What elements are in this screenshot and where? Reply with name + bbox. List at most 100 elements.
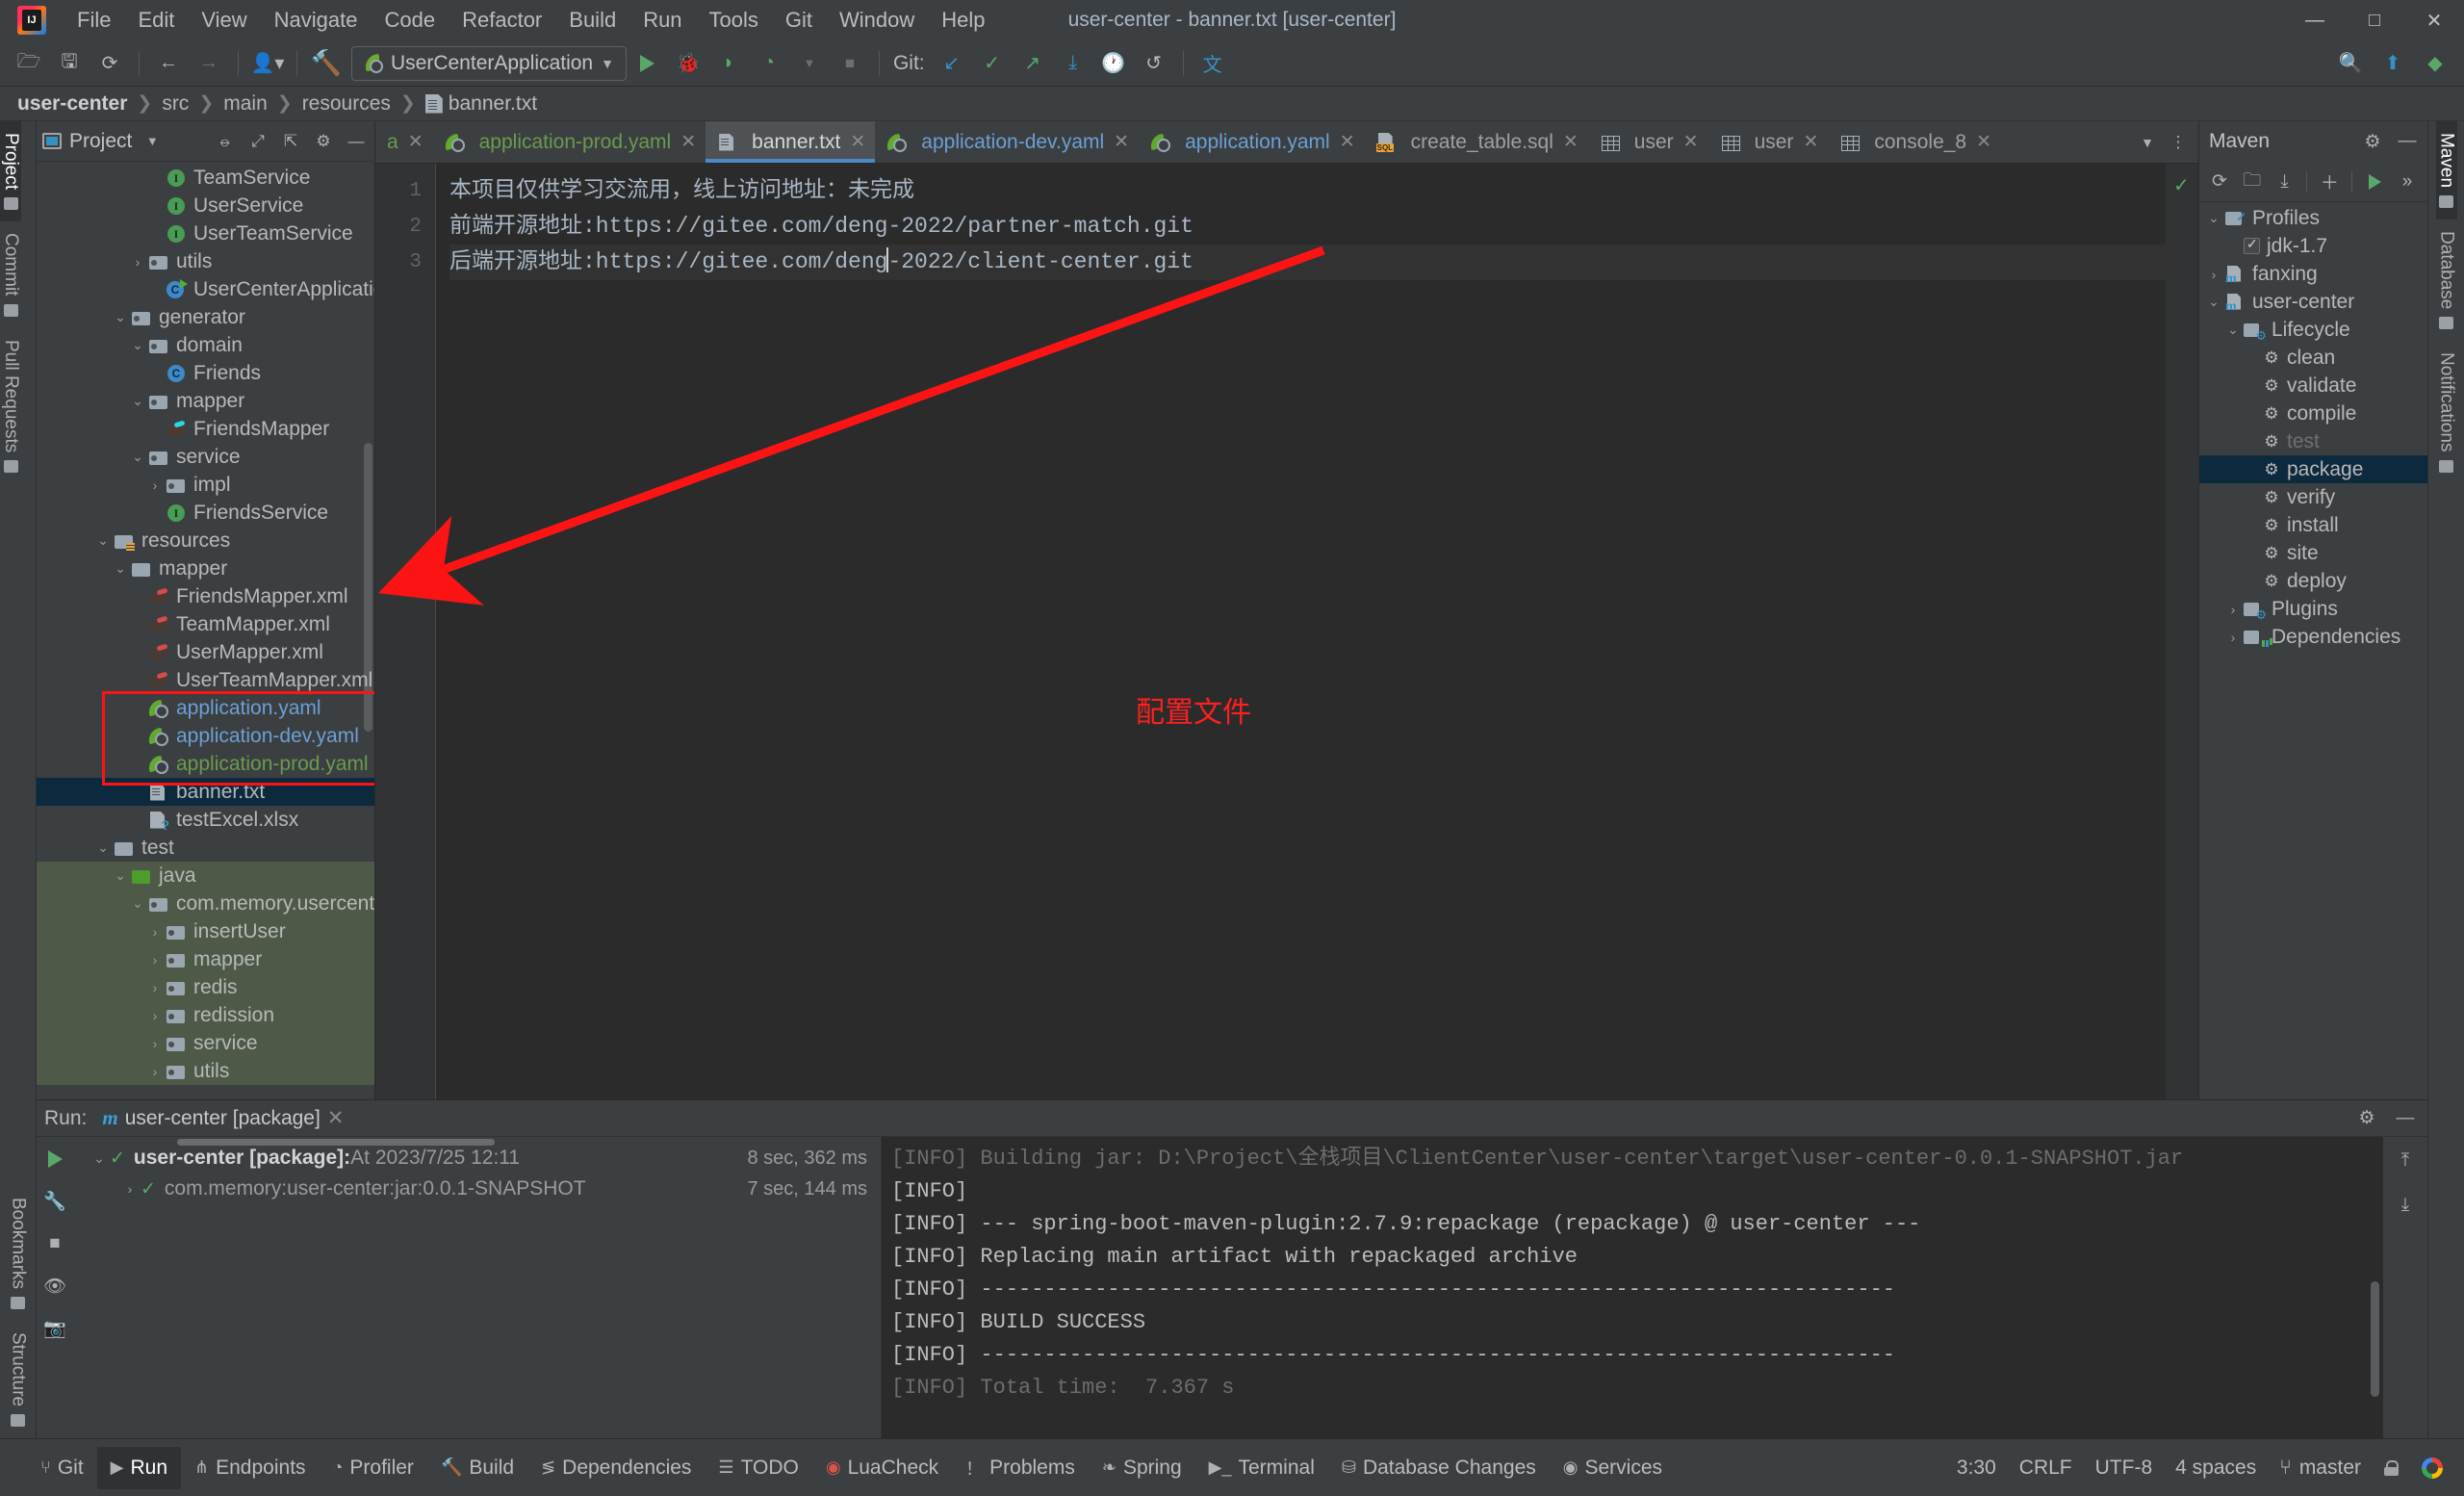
project-tree-row[interactable]: UserService — [37, 192, 374, 219]
project-tree-row[interactable]: ⌄ java — [37, 862, 374, 890]
maven-tree-row[interactable]: ⚙ compile — [2199, 400, 2427, 427]
project-tree-row[interactable]: ⌄ domain — [37, 331, 374, 359]
close-icon[interactable]: ✕ — [1340, 131, 1355, 153]
project-tree-row[interactable]: › utils — [37, 1057, 374, 1085]
translate-icon[interactable]: 文 — [1194, 45, 1232, 82]
project-tree-row[interactable]: › insertUser — [37, 917, 374, 945]
more-options-icon[interactable]: ⋮ — [2166, 130, 2191, 155]
close-icon[interactable]: ✕ — [1683, 131, 1699, 153]
breadcrumb-item-file[interactable]: banner.txt — [418, 90, 545, 117]
rail-item-bookmarks[interactable]: Bookmarks — [0, 1186, 36, 1321]
maven-tree-row[interactable]: ⚙ install — [2199, 511, 2427, 539]
maven-tree-row[interactable]: ⚙ test — [2199, 427, 2427, 455]
run-maven-build-icon[interactable] — [2360, 168, 2389, 196]
close-icon[interactable]: ✕ — [408, 131, 424, 153]
project-tree-row[interactable]: ⌄ service — [37, 443, 374, 471]
rail-item-commit[interactable]: Commit — [0, 221, 21, 327]
git-push-icon[interactable]: ↗ — [1014, 45, 1052, 82]
project-tree-row[interactable]: UserTeamService — [37, 219, 374, 247]
scroll-up-icon[interactable]: ⤒ — [2391, 1147, 2420, 1175]
project-tree-row[interactable]: Friends — [37, 359, 374, 387]
project-tree-row[interactable]: UserTeamMapper.xml — [37, 666, 374, 694]
stop-icon[interactable]: ■ — [40, 1229, 69, 1258]
debug-bug-icon[interactable]: 🐞 — [669, 45, 707, 82]
status-tool-run[interactable]: ▶ Run — [96, 1446, 182, 1489]
chevron-down-icon[interactable]: ⌄ — [90, 1149, 108, 1167]
project-tree-row[interactable]: FriendsMapper.xml — [37, 582, 374, 610]
rerun-play-icon[interactable] — [40, 1145, 69, 1174]
menu-item-edit[interactable]: Edit — [124, 4, 188, 37]
expand-all-icon[interactable]: ⤢ — [245, 129, 270, 154]
sync-icon[interactable]: ⟳ — [90, 45, 129, 82]
project-tree-row[interactable]: ⌄ test — [37, 834, 374, 862]
chevron-down-icon[interactable]: ⌄ — [129, 393, 146, 410]
project-tree-row[interactable]: UserCenterApplication — [37, 275, 374, 303]
maven-tree-row[interactable]: ⚙ clean — [2199, 344, 2427, 372]
status-tool-spring[interactable]: ❧ Spring — [1089, 1447, 1195, 1489]
editor-tab-application-prod-yaml[interactable]: application-prod.yaml ✕ — [433, 121, 706, 163]
editor-tab-user[interactable]: user ✕ — [1588, 121, 1708, 163]
run-result-tree[interactable]: ⌄ ✓ user-center [package]: At 2023/7/25 12… — [73, 1137, 882, 1438]
git-commit-check-icon[interactable]: ✓ — [973, 45, 1012, 82]
project-tree-row[interactable]: › redission — [37, 1001, 374, 1029]
chevron-down-icon[interactable]: ⌄ — [129, 449, 146, 466]
chevron-down-icon[interactable]: ⌄ — [129, 895, 146, 913]
chevron-right-icon[interactable]: › — [121, 1180, 139, 1198]
scroll-down-icon[interactable]: ⤓ — [2391, 1191, 2420, 1220]
project-tree-row[interactable]: FriendsMapper — [37, 415, 374, 443]
line-separator[interactable]: CRLF — [2019, 1457, 2072, 1480]
settings-wrench-icon[interactable]: 🔧 — [40, 1187, 69, 1216]
rail-item-project[interactable]: Project — [0, 121, 21, 222]
chevron-right-icon[interactable]: › — [146, 1063, 164, 1080]
close-icon[interactable]: ✕ — [327, 1106, 345, 1130]
menu-item-refactor[interactable]: Refactor — [449, 4, 555, 37]
gear-icon[interactable]: ⚙ — [2352, 1104, 2381, 1133]
run-configuration-selector[interactable]: UserCenterApplication ▼ — [351, 45, 627, 81]
breadcrumb-item-main[interactable]: main — [216, 90, 275, 117]
status-tool-endpoints[interactable]: ⋔ Endpoints — [181, 1447, 320, 1489]
git-update-icon[interactable]: ↙ — [933, 45, 971, 82]
status-tool-terminal[interactable]: ▶_ Terminal — [1195, 1447, 1328, 1489]
status-tool-problems[interactable]: ！ Problems — [952, 1447, 1089, 1489]
project-tree-row[interactable]: › utils — [37, 247, 374, 275]
hide-panel-icon[interactable]: — — [344, 129, 369, 154]
close-icon[interactable]: ✕ — [850, 131, 865, 153]
download-sources-icon[interactable]: ⤓ — [2271, 168, 2299, 196]
maven-tree-row[interactable]: ⚙ site — [2199, 539, 2427, 567]
project-tree-row[interactable]: › mapper — [37, 945, 374, 973]
back-arrow-icon[interactable]: ← — [149, 45, 188, 82]
editor-tab-a[interactable]: a ✕ — [375, 121, 433, 163]
chevron-down-icon[interactable]: ⌄ — [2205, 210, 2222, 227]
project-tree-row[interactable]: TeamMapper.xml — [37, 610, 374, 638]
chevron-down-icon[interactable]: ▼ — [2135, 130, 2160, 155]
status-tool-profiler[interactable]: ◔ Profiler — [320, 1447, 427, 1489]
collapse-all-icon[interactable]: ⦵ — [213, 129, 238, 154]
profile-checkbox[interactable] — [2244, 236, 2260, 254]
project-tree-row[interactable]: ⌄ resources — [37, 527, 374, 555]
project-tree-row[interactable]: application.yaml — [37, 694, 374, 722]
project-tree-row[interactable]: testExcel.xlsx — [37, 806, 374, 834]
rail-item-structure[interactable]: Structure — [0, 1321, 36, 1438]
project-tree-row[interactable]: ⌄ com.memory.usercenter — [37, 890, 374, 917]
run-coverage-icon[interactable]: ◗ — [709, 45, 748, 82]
read-only-lock-icon[interactable] — [2384, 1459, 2399, 1476]
updates-badge-icon[interactable]: ⬆ — [2374, 45, 2412, 82]
google-account-icon[interactable] — [2422, 1457, 2443, 1479]
open-folder-icon[interactable]: 🗁 — [10, 45, 48, 82]
editor-tab-banner-txt[interactable]: banner.txt ✕ — [706, 121, 876, 163]
chevron-down-icon[interactable]: ⌄ — [2224, 322, 2242, 339]
run-play-icon[interactable] — [629, 45, 667, 82]
menu-item-git[interactable]: Git — [772, 4, 826, 37]
chevron-right-icon[interactable]: › — [2224, 601, 2242, 618]
search-everywhere-icon[interactable]: 🔍 — [2331, 45, 2370, 82]
menu-item-view[interactable]: View — [188, 4, 260, 37]
run-tree-scrollbar[interactable] — [177, 1139, 495, 1146]
close-button[interactable]: ✕ — [2404, 0, 2464, 40]
chevron-right-icon[interactable]: › — [2205, 266, 2222, 283]
run-session-tab[interactable]: m user-center [package] ✕ — [96, 1104, 349, 1132]
maven-tree-row[interactable]: ⌄ Lifecycle — [2199, 316, 2427, 344]
chevron-right-icon[interactable]: › — [146, 1007, 164, 1024]
maven-tree-row[interactable]: › Dependencies — [2199, 623, 2427, 651]
chevron-right-icon[interactable]: › — [146, 1035, 164, 1052]
maven-tree-row[interactable]: ⌄ user-center — [2199, 288, 2427, 316]
